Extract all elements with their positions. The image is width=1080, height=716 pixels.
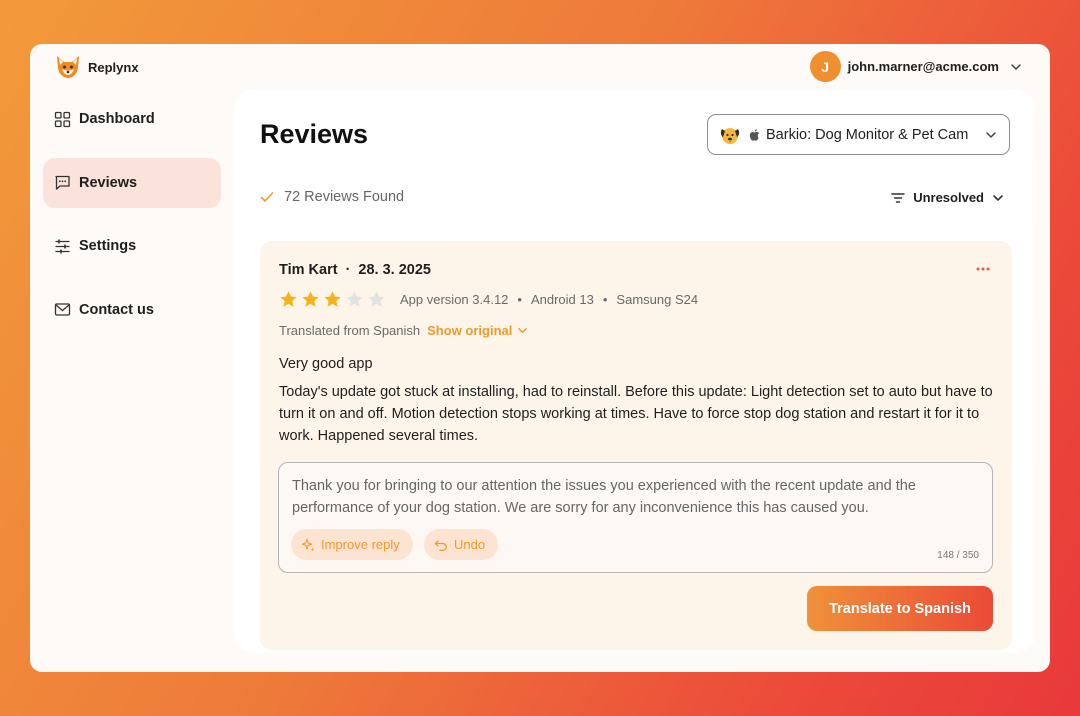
separator-dot: • <box>602 292 608 307</box>
improve-reply-label: Improve reply <box>321 537 400 552</box>
translated-label: Translated from Spanish <box>279 323 421 338</box>
apple-icon <box>749 128 760 141</box>
undo-icon <box>434 539 447 551</box>
filter-label: Unresolved <box>913 190 984 205</box>
chevron-down-icon <box>993 194 1003 201</box>
grid-icon <box>54 111 71 127</box>
page-title: Reviews <box>260 119 369 149</box>
sidebar-item-label: Dashboard <box>79 111 155 127</box>
mail-icon <box>54 303 71 316</box>
avatar: J <box>809 51 841 82</box>
character-counter: 148 / 350 <box>937 550 979 561</box>
user-menu[interactable]: J john.marner@acme.com <box>809 51 1022 82</box>
undo-button[interactable]: Undo <box>424 529 499 560</box>
review-date: 28. 3. 2025 <box>358 262 431 278</box>
review-card: Tim Kart · 28. 3. 2025 App version 3.4.1… <box>260 241 1012 650</box>
sidebar-item-label: Contact us <box>79 301 154 318</box>
star-empty-icon <box>368 291 385 307</box>
review-author: Tim Kart <box>279 262 338 278</box>
fox-icon <box>57 56 79 78</box>
review-header: Tim Kart · 28. 3. 2025 <box>279 262 431 278</box>
improve-reply-button[interactable]: Improve reply <box>291 529 413 560</box>
review-title: Very good app <box>279 356 373 372</box>
message-icon <box>55 175 70 190</box>
user-email: john.marner@acme.com <box>847 59 999 74</box>
brand[interactable]: Replynx <box>54 53 139 81</box>
chevron-down-icon <box>1011 63 1021 70</box>
sidebar-item-contact[interactable]: Contact us <box>43 285 221 335</box>
star-empty-icon <box>346 291 363 307</box>
app-window: Replynx J john.marner@acme.com Dashboard… <box>30 44 1050 672</box>
chevron-down-icon[interactable] <box>517 325 528 336</box>
sparkle-icon <box>301 538 315 551</box>
dog-app-icon <box>720 127 740 144</box>
translation-info: Translated from Spanish Show original <box>279 323 528 338</box>
results-count: 72 Reviews Found <box>260 189 404 205</box>
main-panel: Reviews Barkio: Dog Monitor & Pet Cam 72… <box>234 89 1036 653</box>
separator-dot: · <box>345 262 351 278</box>
status-filter[interactable]: Unresolved <box>891 190 1004 205</box>
os-version: Android 13 <box>530 292 594 307</box>
show-original-link[interactable]: Show original <box>427 323 512 338</box>
check-icon <box>260 192 274 203</box>
filter-icon <box>891 192 905 203</box>
app-selector[interactable]: Barkio: Dog Monitor & Pet Cam <box>707 114 1010 155</box>
sidebar-item-dashboard[interactable]: Dashboard <box>43 94 221 144</box>
brand-name: Replynx <box>88 59 139 75</box>
review-body: Today's update got stuck at installing, … <box>279 384 993 444</box>
sliders-icon <box>55 239 70 253</box>
app-name: Barkio: Dog Monitor & Pet Cam <box>766 126 969 143</box>
device-name: Samsung S24 <box>616 292 699 307</box>
reply-text[interactable]: Thank you for bringing to our attention … <box>292 475 982 519</box>
results-count-text: 72 Reviews Found <box>284 189 405 205</box>
sidebar: Dashboard Reviews Settings Contact us <box>43 94 221 348</box>
reply-textarea[interactable]: Thank you for bringing to our attention … <box>278 462 993 573</box>
undo-label: Undo <box>454 537 486 552</box>
separator-dot: • <box>517 292 522 307</box>
star-filled-icon <box>280 291 297 307</box>
app-version: App version 3.4.12 <box>400 292 509 307</box>
star-filled-icon <box>302 291 319 307</box>
more-options-icon[interactable] <box>976 267 990 271</box>
sidebar-item-reviews[interactable]: Reviews <box>43 157 221 208</box>
review-meta: App version 3.4.12 • Android 13 • Samsun… <box>279 290 698 309</box>
chevron-down-icon <box>986 132 996 139</box>
sidebar-item-settings[interactable]: Settings <box>43 221 221 271</box>
sidebar-item-label: Reviews <box>79 174 138 191</box>
translate-button[interactable]: Translate to Spanish <box>807 586 993 631</box>
sidebar-item-label: Settings <box>79 238 137 254</box>
star-filled-icon <box>324 291 341 307</box>
star-rating <box>279 290 386 309</box>
